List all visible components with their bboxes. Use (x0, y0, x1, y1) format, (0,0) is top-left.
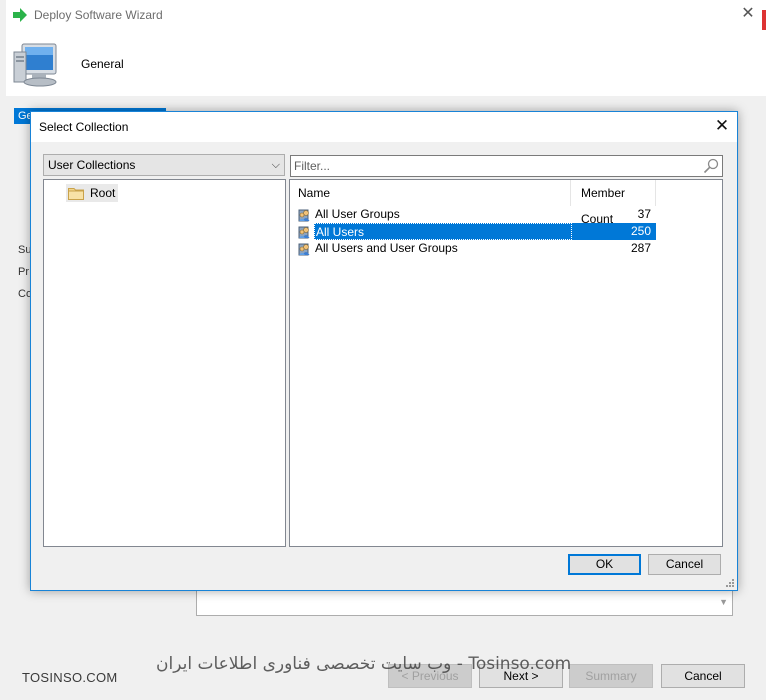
dialog-cancel-button[interactable]: Cancel (648, 554, 721, 575)
wizard-titlebar: Deploy Software Wizard ✕ (0, 0, 766, 32)
collection-tree[interactable]: Root (43, 179, 286, 547)
row-name: All User Groups (315, 207, 400, 221)
row-member-count: 287 (630, 241, 651, 255)
dialog-close-icon[interactable]: ✕ (711, 115, 733, 137)
row-name: All Users and User Groups (315, 241, 458, 255)
green-arrow-icon (13, 8, 27, 22)
row-member-count: 37 (637, 207, 651, 221)
chevron-down-icon: ⌵ (271, 159, 280, 171)
row-name: All Users (314, 223, 572, 240)
folder-icon (68, 187, 84, 200)
user-collection-icon (298, 243, 310, 255)
resize-grip-icon[interactable] (725, 578, 735, 588)
filter-field[interactable] (290, 155, 723, 177)
comments-textarea[interactable]: ▼ (196, 588, 733, 616)
computer-icon (13, 43, 57, 87)
wizard-close-icon[interactable]: ✕ (738, 4, 758, 24)
watermark-center: وب سایت تخصصی فناوری اطلاعات ایران - Tos… (156, 654, 572, 674)
row-member-count: 250 (572, 223, 656, 240)
table-row[interactable]: All User Groups 37 (298, 206, 656, 223)
dialog-title: Select Collection (39, 120, 129, 134)
background-window-edge-left (0, 0, 6, 700)
user-collection-icon (298, 226, 310, 238)
wizard-header-title: General (81, 57, 124, 71)
wizard-title: Deploy Software Wizard (34, 8, 163, 22)
select-collection-dialog: Select Collection ✕ User Collections ⌵ R… (30, 111, 738, 591)
ok-button[interactable]: OK (568, 554, 641, 575)
wizard-cancel-button[interactable]: Cancel (661, 664, 745, 688)
collection-type-dropdown[interactable]: User Collections ⌵ (43, 154, 285, 176)
collection-type-value: User Collections (48, 158, 136, 172)
dialog-titlebar: Select Collection ✕ (31, 112, 737, 142)
list-header: Name Member Count (290, 180, 722, 226)
wizard-header: General (0, 32, 766, 96)
table-row[interactable]: All Users 250 (298, 223, 656, 240)
user-collection-icon (298, 209, 310, 221)
search-icon[interactable] (703, 158, 719, 174)
column-header-member-count[interactable]: Member Count (572, 180, 656, 226)
background-window-edge (762, 10, 766, 30)
tree-item-label: Root (90, 186, 116, 200)
watermark-left: TOSINSO.COM (22, 670, 118, 685)
tree-item-root[interactable]: Root (66, 184, 119, 202)
filter-input[interactable] (294, 157, 694, 175)
summary-button[interactable]: Summary (569, 664, 653, 688)
wizard-nav-item[interactable]: Pr (18, 266, 29, 278)
collection-list[interactable]: Name Member Count All User Groups 37 All U… (289, 179, 723, 547)
table-row[interactable]: All Users and User Groups 287 (298, 240, 656, 257)
scroll-down-icon[interactable]: ▼ (719, 597, 728, 607)
column-header-name[interactable]: Name (290, 180, 571, 206)
